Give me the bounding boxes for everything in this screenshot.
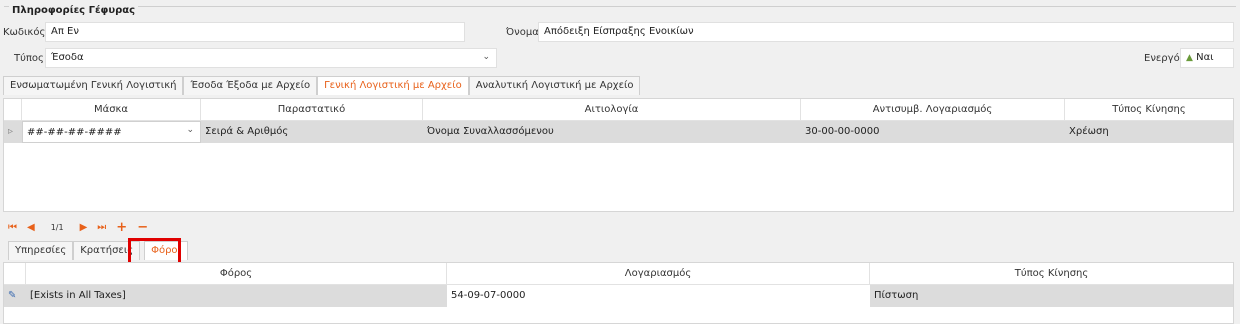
mask-cell[interactable]: ##-##-##-#### ⌄ xyxy=(22,121,201,143)
tab-analytic-file[interactable]: Αναλυτική Λογιστική με Αρχείο xyxy=(468,76,641,95)
tax-grid-header: Φόρος Λογαριασμός Τύπος Κίνησης xyxy=(4,263,1233,285)
tab-integrated-gl[interactable]: Ενσωματωμένη Γενική Λογιστική xyxy=(3,76,184,95)
main-grid: Μάσκα Παραστατικό Αιτιολογία Αντισυμβ. Λ… xyxy=(3,98,1234,212)
table-row[interactable]: ▹ ##-##-##-#### ⌄ Σειρά & Αριθμός Όνομα … xyxy=(4,121,1233,143)
col-header-counter-account[interactable]: Αντισυμβ. Λογαριασμός xyxy=(801,99,1065,120)
row-indicator-header xyxy=(4,99,22,120)
tax-cell[interactable]: [Exists in All Taxes] xyxy=(26,285,447,307)
document-cell[interactable]: Σειρά & Αριθμός xyxy=(201,121,423,143)
type-select[interactable]: Έσοδα ⌄ xyxy=(45,48,497,68)
tab-gl-file[interactable]: Γενική Λογιστική με Αρχείο xyxy=(317,76,469,95)
col-header-mask[interactable]: Μάσκα xyxy=(22,99,201,120)
table-row[interactable]: ✎ [Exists in All Taxes] 54-09-07-0000 Πί… xyxy=(4,285,1233,307)
edit-pencil-icon: ✎ xyxy=(8,290,17,301)
mask-value: ##-##-##-#### xyxy=(27,127,122,138)
col-header-reason[interactable]: Αιτιολογία xyxy=(423,99,801,120)
group-title: Πληροφορίες Γέφυρας xyxy=(9,5,139,16)
main-grid-header: Μάσκα Παραστατικό Αιτιολογία Αντισυμβ. Λ… xyxy=(4,99,1233,121)
highlight-box xyxy=(128,238,181,265)
type-value: Έσοδα xyxy=(51,52,84,63)
chevron-down-icon: ⌄ xyxy=(482,52,490,62)
name-field[interactable]: Απόδειξη Είσπραξης Ενοικίων xyxy=(538,22,1234,42)
row-arrow-icon: ▹ xyxy=(8,126,14,137)
name-label: Όνομα xyxy=(506,27,539,38)
tax-grid: Φόρος Λογαριασμός Τύπος Κίνησης ✎ [Exist… xyxy=(3,262,1234,324)
code-field[interactable]: Απ Εν xyxy=(45,22,465,42)
col-header-document[interactable]: Παραστατικό xyxy=(201,99,423,120)
col-header-movement-type[interactable]: Τύπος Κίνησης xyxy=(870,263,1233,284)
account-cell[interactable]: 54-09-07-0000 xyxy=(447,285,870,307)
movement-type-cell[interactable]: Πίστωση xyxy=(870,285,1233,307)
col-header-tax[interactable]: Φόρος xyxy=(26,263,447,284)
next-page-icon[interactable]: ▶ xyxy=(80,222,88,233)
last-page-icon[interactable]: ⏭ xyxy=(97,222,106,233)
row-indicator-header xyxy=(4,263,26,284)
col-header-movement-type[interactable]: Τύπος Κίνησης xyxy=(1065,99,1233,120)
active-value: Ναι xyxy=(1196,52,1214,63)
col-header-account[interactable]: Λογαριασμός xyxy=(447,263,870,284)
first-page-icon[interactable]: ⏮ xyxy=(8,222,17,233)
thumbs-up-icon: ▲ xyxy=(1186,53,1193,63)
prev-page-icon[interactable]: ◀ xyxy=(27,222,35,233)
add-icon[interactable]: + xyxy=(116,220,127,235)
remove-icon[interactable]: − xyxy=(137,220,148,235)
subtab-services[interactable]: Υπηρεσίες xyxy=(8,241,74,260)
code-label: Κωδικός xyxy=(3,27,46,38)
type-label: Τύπος xyxy=(14,53,44,64)
page-indicator: 1/1 xyxy=(50,223,64,232)
reason-cell[interactable]: Όνομα Συναλλασσόμενου xyxy=(423,121,801,143)
chevron-down-icon: ⌄ xyxy=(186,125,194,135)
counter-account-cell[interactable]: 30-00-00-0000 xyxy=(801,121,1065,143)
tab-income-expense-file[interactable]: Έσοδα Έξοδα με Αρχείο xyxy=(183,76,318,95)
pager: ⏮ ◀ 1/1 ▶ ⏭ + − xyxy=(8,220,148,235)
movement-type-cell[interactable]: Χρέωση xyxy=(1065,121,1233,143)
active-toggle[interactable]: ▲ Ναι xyxy=(1180,48,1234,68)
active-label: Ενεργό xyxy=(1144,53,1180,64)
tab-bar: Ενσωματωμένη Γενική Λογιστική Έσοδα Έξοδ… xyxy=(3,76,641,95)
